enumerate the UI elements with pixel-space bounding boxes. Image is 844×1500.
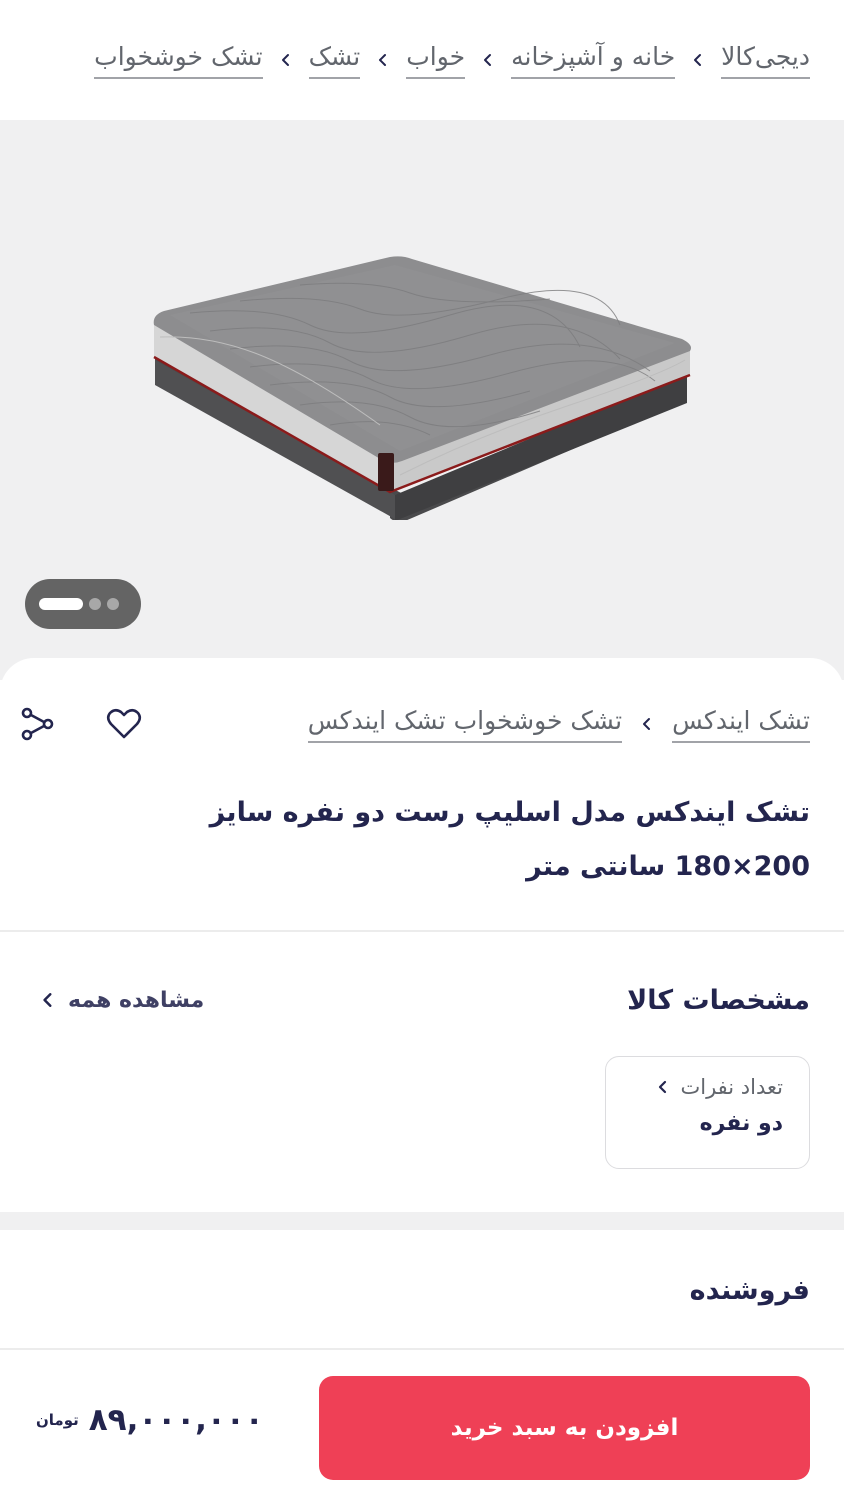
breadcrumb-item-mattress[interactable]: تشک (308, 41, 361, 79)
chevron-left-icon (43, 993, 52, 1007)
spec-label: تعداد نفرات (680, 1075, 783, 1099)
specs-header: مشخصات کالا مشاهده همه (40, 972, 810, 1028)
chevron-left-icon (360, 53, 406, 67)
carousel-pager[interactable] (25, 579, 141, 629)
product-gallery[interactable] (0, 120, 844, 680)
spec-label-row: تعداد نفرات (626, 1075, 783, 1099)
currency-label: تومان (36, 1411, 79, 1429)
chevron-left-icon (622, 717, 672, 731)
chevron-left-icon (465, 53, 511, 67)
pager-dot-active[interactable] (39, 598, 83, 610)
brand-breadcrumb: تشک ایندکس تشک خوشخواب تشک ایندکس (34, 696, 810, 752)
brand-link[interactable]: تشک ایندکس (672, 705, 810, 743)
seller-title: فروشنده (689, 1275, 810, 1306)
spec-item-persons[interactable]: تعداد نفرات دو نفره (605, 1056, 810, 1169)
divider (0, 930, 844, 932)
chevron-left-icon (659, 1080, 667, 1094)
spec-value: دو نفره (699, 1111, 783, 1136)
price-value: ۸۹,۰۰۰,۰۰۰ (88, 1402, 264, 1438)
pager-dot[interactable] (107, 598, 119, 610)
pager-dot[interactable] (89, 598, 101, 610)
breadcrumb: دیجی‌کالا خانه و آشپزخانه خواب تشک تشک خ… (0, 0, 844, 120)
price: ۸۹,۰۰۰,۰۰۰ تومان (36, 1402, 264, 1438)
purchase-bar: افزودن به سبد خرید ۸۹,۰۰۰,۰۰۰ تومان (0, 1348, 844, 1500)
breadcrumb-item-home-kitchen[interactable]: خانه و آشپزخانه (511, 41, 676, 79)
brand-category-link[interactable]: تشک خوشخواب تشک ایندکس (307, 705, 623, 743)
specs-title: مشخصات کالا (627, 984, 810, 1016)
heart-icon (106, 708, 142, 739)
share-button[interactable] (14, 702, 58, 746)
product-actions (14, 702, 146, 746)
breadcrumb-item-comfort-mattress[interactable]: تشک خوشخواب (94, 41, 263, 79)
mattress-image (153, 256, 691, 520)
share-icon (21, 707, 54, 741)
favorite-button[interactable] (102, 702, 146, 746)
product-title: تشک ایندکس مدل اسلیپ رست دو نفره سایز 20… (209, 797, 810, 882)
product-info-card: تشک ایندکس تشک خوشخواب تشک ایندکس تشک ای… (0, 658, 844, 930)
chevron-left-icon (263, 53, 309, 67)
see-all-label: مشاهده همه (68, 987, 205, 1013)
add-to-cart-button[interactable]: افزودن به سبد خرید (319, 1376, 810, 1480)
chevron-left-icon (675, 53, 721, 67)
breadcrumb-item-sleep[interactable]: خواب (406, 41, 466, 79)
section-separator (0, 1212, 844, 1230)
breadcrumb-item-digikala[interactable]: دیجی‌کالا (721, 41, 810, 79)
see-all-specs-button[interactable]: مشاهده همه (40, 988, 204, 1013)
